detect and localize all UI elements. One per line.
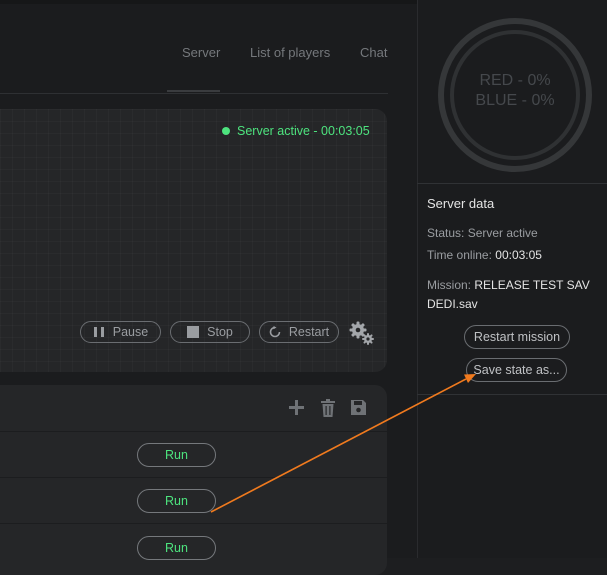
- add-mission-plus-icon[interactable]: [288, 399, 305, 416]
- restart-label: Restart: [288, 325, 330, 339]
- stop-button[interactable]: Stop: [170, 321, 250, 343]
- save-state-button[interactable]: Save state as...: [466, 358, 567, 382]
- server-status-text: Server active - 00:03:05: [237, 124, 370, 138]
- side-divider: [417, 183, 607, 184]
- red-score: RED - 0%: [479, 72, 551, 89]
- restart-mission-button[interactable]: Restart mission: [464, 325, 570, 349]
- mission-value: RELEASE TEST SAV: [474, 278, 590, 292]
- restart-button[interactable]: Restart: [259, 321, 339, 343]
- status-indicator-dot: [222, 127, 230, 135]
- list-divider: [0, 477, 387, 478]
- settings-gear-icon[interactable]: [349, 320, 375, 346]
- pause-label: Pause: [112, 325, 149, 339]
- run-button[interactable]: Run: [137, 536, 216, 560]
- pause-icon: [93, 326, 105, 338]
- run-button[interactable]: Run: [137, 489, 216, 513]
- mission-row: Mission: RELEASE TEST SAV: [427, 278, 590, 292]
- mission-value-continued: DEDI.sav: [427, 297, 478, 311]
- list-divider: [0, 523, 387, 524]
- status-label: Status:: [427, 226, 465, 240]
- mission-value-line2: DEDI.sav: [427, 297, 478, 311]
- tabs-divider: [0, 93, 388, 94]
- pause-button[interactable]: Pause: [80, 321, 161, 343]
- run-button[interactable]: Run: [137, 443, 216, 467]
- tab-chat[interactable]: Chat: [360, 45, 387, 60]
- stop-label: Stop: [207, 325, 233, 339]
- top-strip: [0, 0, 417, 4]
- tab-server[interactable]: Server: [182, 45, 220, 60]
- restart-icon: [269, 326, 281, 338]
- list-divider: [0, 431, 387, 432]
- server-data-title: Server data: [427, 196, 495, 211]
- side-divider: [417, 394, 607, 395]
- time-online-label: Time online:: [427, 248, 492, 262]
- save-disk-icon[interactable]: [350, 399, 367, 416]
- time-online-value: 00:03:05: [495, 248, 542, 262]
- status-value: Server active: [467, 226, 538, 240]
- status-row: Status: Server active: [427, 226, 538, 240]
- delete-trash-icon[interactable]: [320, 399, 336, 417]
- active-tab-indicator: [167, 90, 220, 92]
- time-online-row: Time online: 00:03:05: [427, 248, 542, 262]
- tab-list-of-players[interactable]: List of players: [250, 45, 330, 60]
- blue-score: BLUE - 0%: [475, 92, 555, 109]
- stop-icon: [187, 326, 200, 338]
- mission-label: Mission:: [427, 278, 472, 292]
